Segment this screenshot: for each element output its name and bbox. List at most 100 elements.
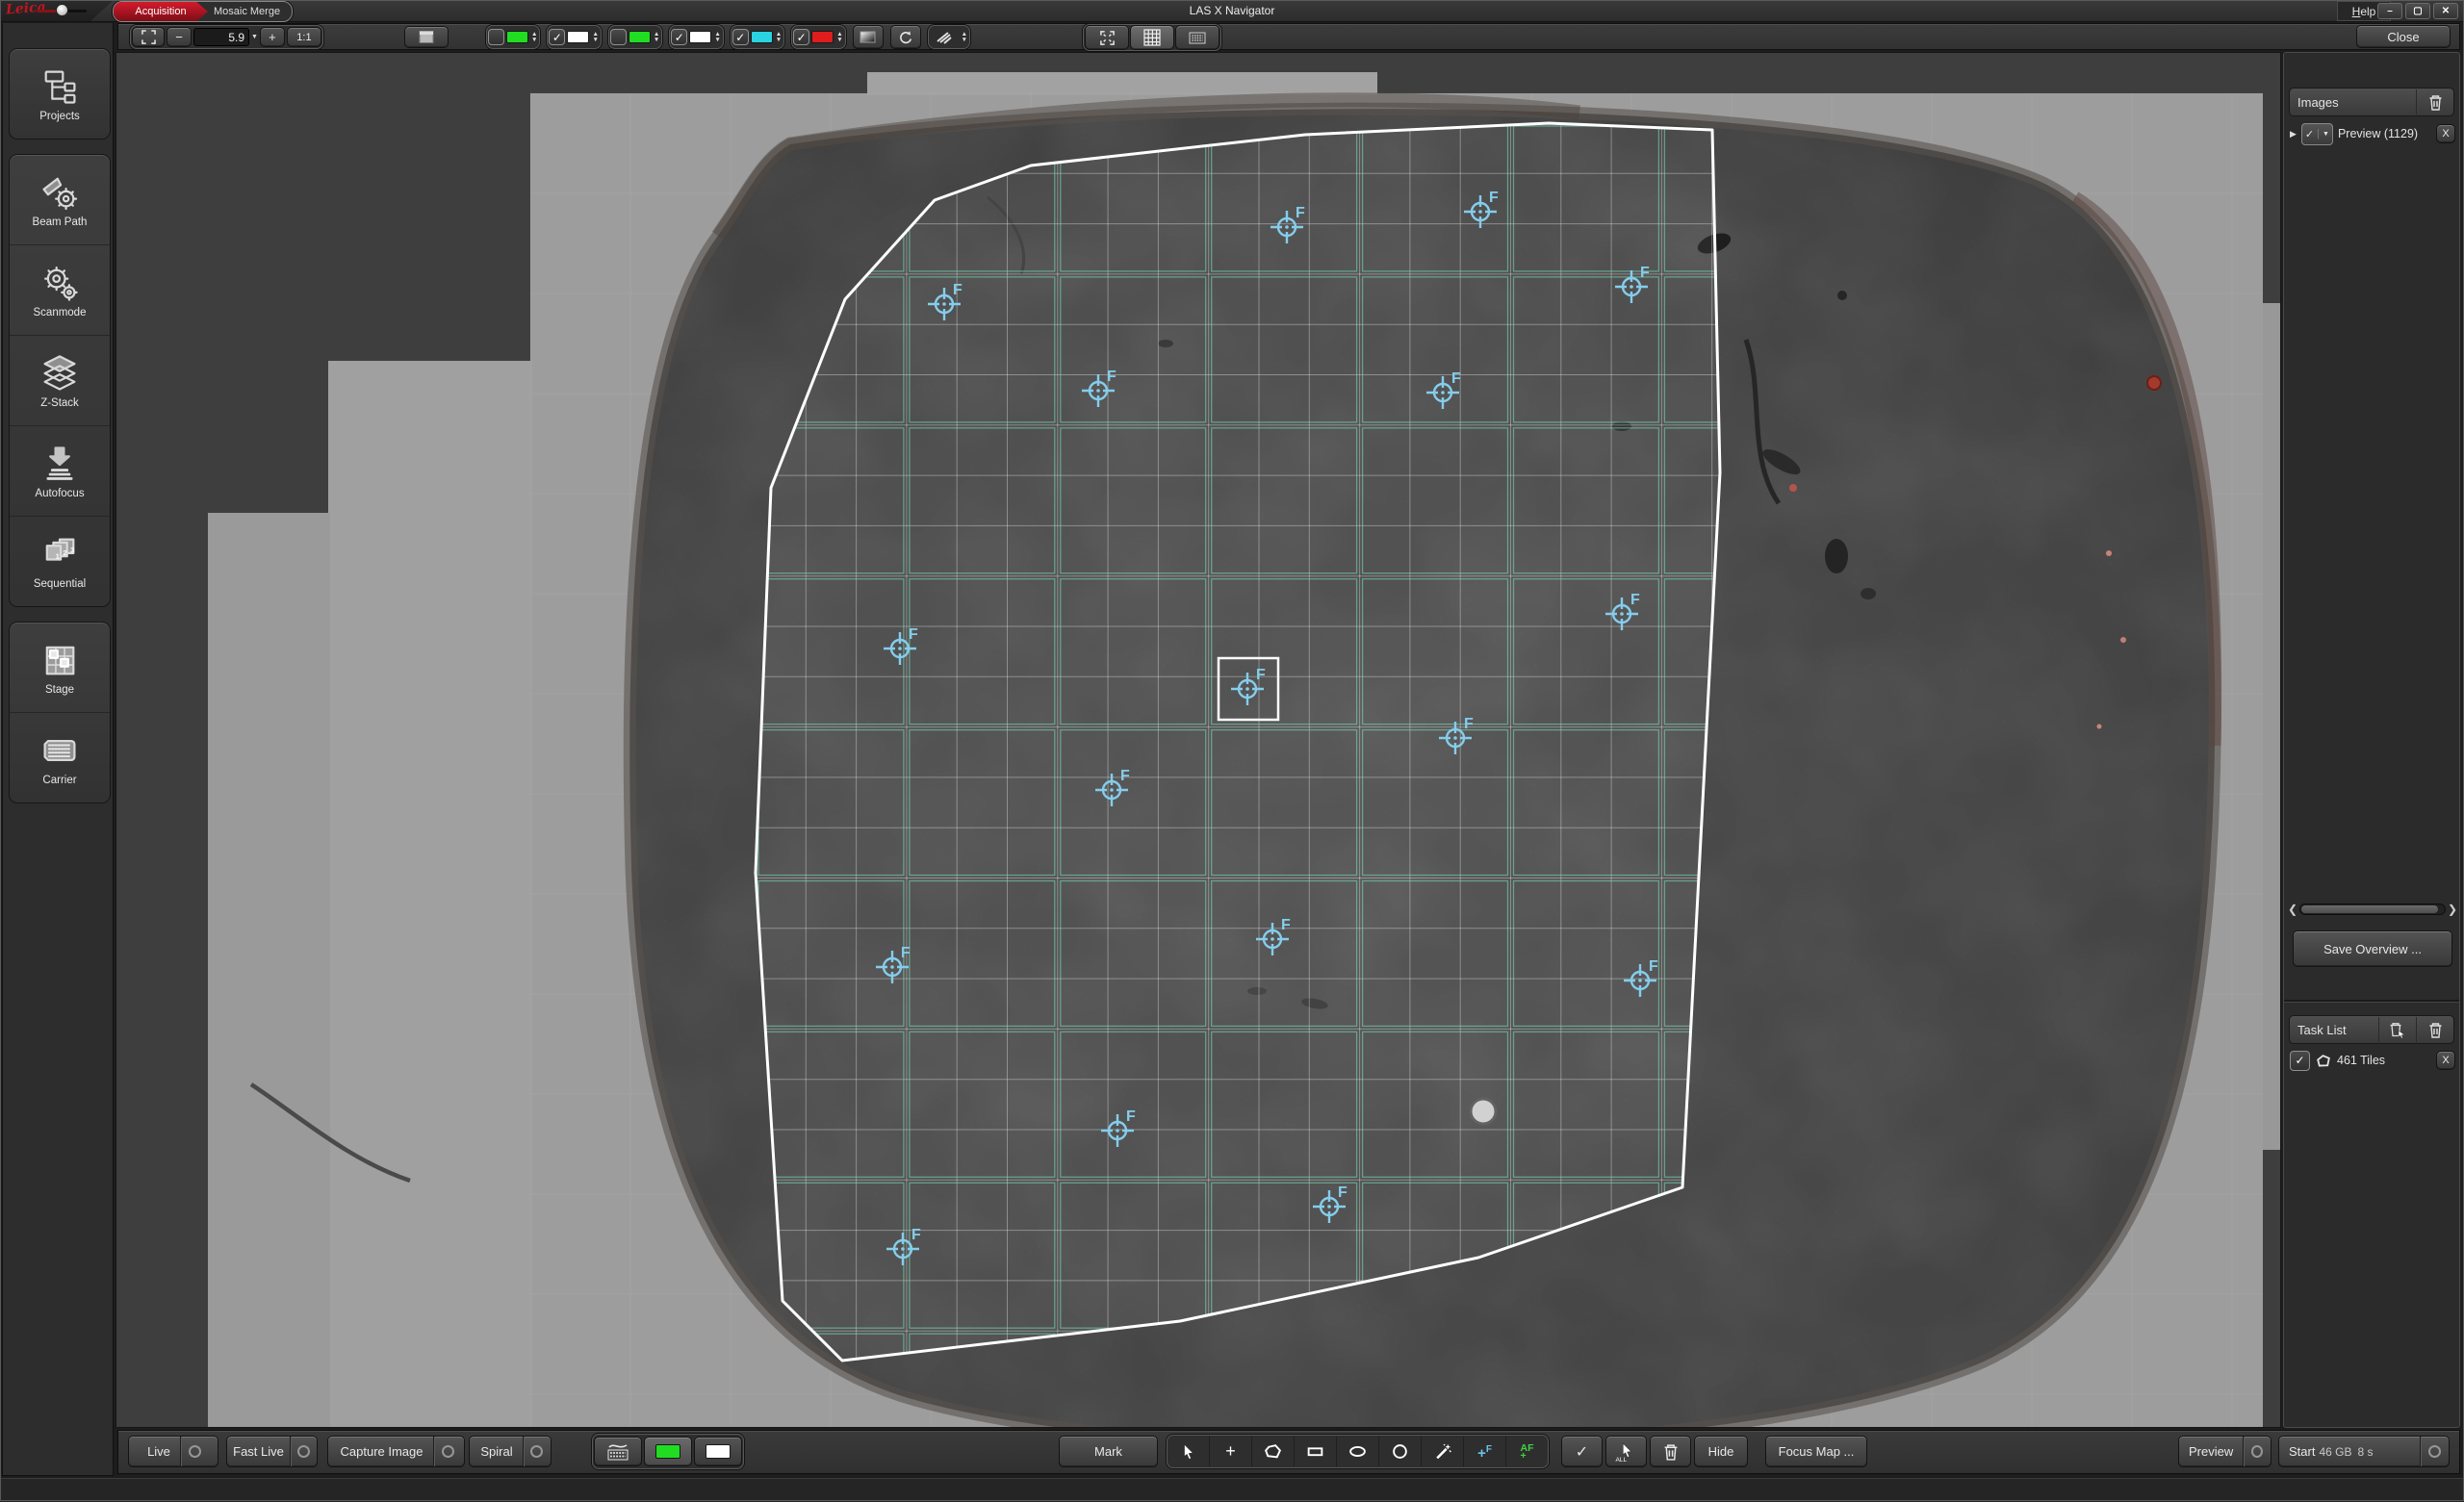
- blend-spinner[interactable]: ▲▼: [961, 32, 968, 42]
- capture-image-button[interactable]: Capture Image: [327, 1436, 465, 1467]
- channel-5-checkbox[interactable]: ✓: [732, 29, 749, 45]
- close-window-button[interactable]: ✕: [2433, 3, 2458, 19]
- delete-all-tasks-button[interactable]: [2416, 1017, 2453, 1042]
- show-tile-grid-button[interactable]: [1130, 25, 1174, 50]
- channel-6-spinner[interactable]: ▲▼: [835, 32, 843, 42]
- channel-4-spinner[interactable]: ▲▼: [713, 32, 721, 42]
- channel-1-checkbox[interactable]: [488, 29, 504, 45]
- channel-4-checkbox[interactable]: ✓: [671, 29, 687, 45]
- polygon-tool-button[interactable]: [1252, 1437, 1295, 1466]
- expand-view-button[interactable]: [1085, 25, 1129, 50]
- circle-tool-button[interactable]: [1379, 1437, 1422, 1466]
- sidebar-item-beam-path[interactable]: Beam Path: [10, 155, 110, 245]
- scroll-track[interactable]: [2299, 904, 2446, 915]
- preview-button[interactable]: Preview: [2178, 1436, 2272, 1467]
- tab-mosaic-merge[interactable]: Mosaic Merge: [208, 2, 292, 21]
- hide-button[interactable]: Hide: [1694, 1436, 1748, 1467]
- minimize-button[interactable]: –: [2377, 3, 2402, 19]
- title-bar: Leica Acquisition Mosaic Merge LAS X Nav…: [0, 0, 2464, 22]
- select-tool-button[interactable]: [1168, 1437, 1210, 1466]
- zoom-dropdown-arrow[interactable]: ▼: [251, 34, 258, 40]
- start-indicator: [2428, 1445, 2441, 1458]
- spiral-button[interactable]: Spiral: [469, 1436, 552, 1467]
- gradient-lut-button[interactable]: [853, 25, 884, 49]
- sidebar-item-autofocus[interactable]: Autofocus: [10, 426, 110, 517]
- fast-live-button[interactable]: Fast Live: [226, 1436, 318, 1467]
- sidebar-item-carrier[interactable]: Carrier: [10, 713, 110, 802]
- fit-view-button[interactable]: [132, 27, 165, 47]
- tile-pattern-button[interactable]: [594, 1437, 642, 1466]
- intensity-slider-knob[interactable]: [56, 4, 68, 16]
- channel-6-checkbox[interactable]: ✓: [793, 29, 809, 45]
- channel-3-spinner[interactable]: ▲▼: [653, 32, 660, 42]
- svg-text:1: 1: [56, 551, 61, 560]
- scroll-right-icon[interactable]: ❯: [2448, 903, 2457, 916]
- sidebar-item-stage[interactable]: Stage: [10, 623, 110, 713]
- mark-button[interactable]: Mark: [1059, 1436, 1158, 1467]
- close-task-button[interactable]: X: [2436, 1051, 2455, 1070]
- validate-focus-button[interactable]: ✓: [1561, 1436, 1603, 1467]
- sidebar-item-scanmode[interactable]: Scanmode: [10, 245, 110, 336]
- tile-grid-icon: [1143, 29, 1161, 46]
- channel-2-spinner[interactable]: ▲▼: [591, 32, 599, 42]
- delete-selected-tasks-button[interactable]: [2378, 1017, 2416, 1042]
- channel-2-checkbox[interactable]: ✓: [549, 29, 565, 45]
- add-point-tool-button[interactable]: +: [1210, 1437, 1252, 1466]
- expand-arrow-icon[interactable]: ▶: [2290, 129, 2297, 140]
- channel-5-spinner[interactable]: ▲▼: [775, 32, 783, 42]
- save-overview-button[interactable]: Save Overview ...: [2293, 930, 2452, 967]
- zoom-1-1-button[interactable]: 1:1: [287, 27, 321, 47]
- help-label: elp: [2360, 5, 2375, 18]
- delete-images-button[interactable]: [2416, 89, 2453, 115]
- live-button[interactable]: Live: [128, 1436, 218, 1467]
- channel-6-color-swatch[interactable]: [811, 31, 834, 43]
- focus-map-button[interactable]: Focus Map ...: [1765, 1436, 1867, 1467]
- zoom-out-button[interactable]: −: [167, 27, 192, 47]
- green-swatch: [655, 1444, 680, 1459]
- task-checkbox[interactable]: ✓: [2290, 1051, 2310, 1071]
- svg-text:3: 3: [70, 546, 74, 554]
- draw-tools-group: + +F AF+: [1167, 1435, 1549, 1468]
- delete-marks-button[interactable]: [1650, 1436, 1691, 1467]
- channel-1-spinner[interactable]: ▲▼: [530, 32, 538, 42]
- add-focus-point-button[interactable]: +F: [1464, 1437, 1506, 1466]
- stage-overview-canvas[interactable]: FFFFFFFFFFFFFFFFF: [116, 52, 2281, 1428]
- channel-3-checkbox[interactable]: [610, 29, 627, 45]
- tile-color-white-button[interactable]: [694, 1437, 742, 1466]
- channel-3-color-swatch[interactable]: [629, 31, 651, 43]
- select-all-button[interactable]: ALL: [1605, 1436, 1647, 1467]
- close-preview-button[interactable]: X: [2436, 124, 2455, 143]
- rectangle-tool-button[interactable]: [1295, 1437, 1337, 1466]
- overview-display-button[interactable]: [404, 26, 449, 48]
- channel-2-color-swatch[interactable]: [567, 31, 589, 43]
- window-title: LAS X Navigator: [0, 0, 2464, 21]
- zoom-in-button[interactable]: +: [260, 27, 285, 47]
- images-header: Images: [2289, 88, 2454, 116]
- refresh-channels-button[interactable]: [890, 25, 921, 49]
- sidebar-item-z-stack[interactable]: Z-Stack: [10, 336, 110, 426]
- tab-acquisition[interactable]: Acquisition: [114, 2, 208, 21]
- scroll-left-icon[interactable]: ❮: [2288, 903, 2297, 916]
- blend-icon: [936, 30, 952, 44]
- preview-visibility-combo[interactable]: ✓|▼: [2301, 123, 2333, 145]
- polygon-tool-icon: [1264, 1443, 1282, 1460]
- svg-text:F: F: [911, 1227, 921, 1243]
- autofocus-point-button[interactable]: AF+: [1506, 1437, 1548, 1466]
- sidebar-item-sequential[interactable]: 123 Sequential: [10, 517, 110, 606]
- magic-wand-tool-button[interactable]: [1422, 1437, 1464, 1466]
- close-navigator-button[interactable]: Close: [2356, 25, 2451, 48]
- start-button[interactable]: Start 46 GB 8 s: [2278, 1436, 2450, 1467]
- tile-color-green-button[interactable]: [644, 1437, 692, 1466]
- ellipse-tool-button[interactable]: [1337, 1437, 1379, 1466]
- channel-4-color-swatch[interactable]: [689, 31, 711, 43]
- maximize-button[interactable]: ▢: [2405, 3, 2430, 19]
- svg-text:F: F: [1120, 768, 1130, 784]
- channel-1-color-swatch[interactable]: [506, 31, 528, 43]
- check-icon: ✓: [2305, 128, 2314, 140]
- scroll-thumb[interactable]: [2301, 905, 2438, 913]
- zoom-value-field[interactable]: 5.9: [193, 28, 249, 46]
- sidebar-item-projects[interactable]: Projects: [10, 49, 110, 139]
- show-tile-dots-button[interactable]: [1175, 25, 1219, 50]
- channel-5-color-swatch[interactable]: [751, 31, 773, 43]
- blend-mode-button[interactable]: [930, 27, 959, 47]
